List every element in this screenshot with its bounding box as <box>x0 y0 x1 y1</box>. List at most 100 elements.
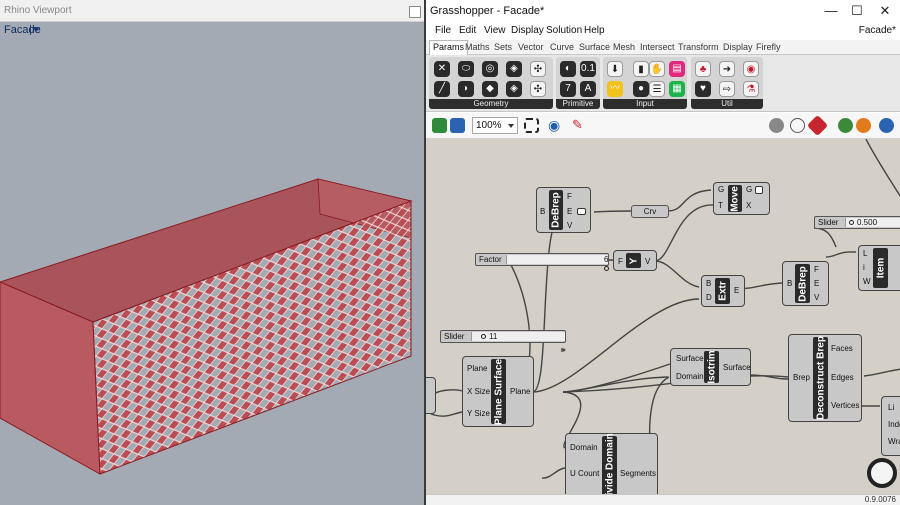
tab-params[interactable]: Params <box>429 40 469 55</box>
preview-none-icon[interactable] <box>790 118 805 133</box>
graft-icon[interactable] <box>577 208 586 215</box>
point-param-icon[interactable]: ✕ <box>434 61 450 77</box>
list-component-icon[interactable]: ☰ <box>649 81 665 97</box>
heart-monitor-icon[interactable]: ♥ <box>695 81 711 97</box>
isotrim-input-domain: Domain <box>676 372 704 381</box>
brep-param-icon[interactable]: ✣ <box>530 61 546 77</box>
graph-component-icon[interactable]: 〰 <box>607 81 623 97</box>
document-name[interactable]: Facade* <box>859 25 896 36</box>
rhino-viewport-window[interactable]: Rhino Viewport Facade <box>0 0 424 505</box>
facade-3d-model[interactable] <box>0 0 424 505</box>
viewport-dropdown-icon[interactable] <box>30 25 40 35</box>
menu-file[interactable]: File <box>435 25 451 36</box>
grasshopper-canvas[interactable]: B DeBrep F E V Crv G T Move G X Slider 0… <box>426 139 900 494</box>
y-title-text: Y <box>628 257 639 264</box>
zoom-level-select[interactable]: 100% <box>472 117 518 134</box>
list-item-component[interactable]: L i W Item <box>858 245 900 291</box>
tab-vector[interactable]: Vector <box>518 42 544 52</box>
slider-component-icon[interactable]: ● <box>633 81 649 97</box>
deconstruct-brep-title-text: Deconstruct Brep <box>815 336 826 420</box>
panel-util-label[interactable]: Util <box>691 99 763 109</box>
factor-slider-track[interactable] <box>506 255 608 264</box>
tab-surface[interactable]: Surface <box>579 42 610 52</box>
text-param-icon[interactable]: A <box>580 81 596 97</box>
extrude-component[interactable]: B D Extr E <box>701 275 745 307</box>
image-sampler-icon[interactable]: ▦ <box>669 81 685 97</box>
flask-icon[interactable]: ⚗ <box>743 81 759 97</box>
arrow-outline-icon[interactable]: ⇨ <box>719 81 735 97</box>
tab-transform[interactable]: Transform <box>678 42 719 52</box>
swatch-component-icon[interactable]: ▤ <box>669 61 685 77</box>
preview-eye-icon[interactable]: ◉ <box>548 118 563 133</box>
canvas-navigation-dial[interactable] <box>867 458 897 488</box>
move-component[interactable]: G T Move G X <box>713 182 770 215</box>
debrep2-title-text: DeBrep <box>797 265 808 302</box>
preview-mesh-icon[interactable] <box>856 118 871 133</box>
preview-wireframe-icon[interactable] <box>769 118 784 133</box>
bomb-icon[interactable]: ◉ <box>743 61 759 77</box>
surface-param-icon[interactable]: ◈ <box>506 61 522 77</box>
debrep-output-f: F <box>567 192 572 201</box>
isotrim-title: Isotrim <box>704 350 719 384</box>
panel-component-icon[interactable]: ⬇ <box>607 61 623 77</box>
tab-sets[interactable]: Sets <box>494 42 512 52</box>
toggle-component-icon[interactable]: ▮ <box>633 61 649 77</box>
factor-slider[interactable]: Factor 6 <box>475 253 609 272</box>
field-param-icon[interactable]: ✣ <box>530 81 546 97</box>
menu-display[interactable]: Display <box>511 25 544 36</box>
menu-help[interactable]: Help <box>584 25 605 36</box>
tab-maths[interactable]: Maths <box>465 42 490 52</box>
sketch-brush-icon[interactable]: ✎ <box>572 118 587 133</box>
debrep-component-2[interactable]: B DeBrep F E V <box>782 261 829 306</box>
button-component-icon[interactable]: ✋ <box>649 61 665 77</box>
menu-solution[interactable]: Solution <box>546 25 582 36</box>
tab-intersect[interactable]: Intersect <box>640 42 675 52</box>
minimize-button[interactable]: — <box>818 2 844 20</box>
zoom-extents-icon[interactable] <box>524 118 539 133</box>
item-input-w: W <box>863 277 871 286</box>
tab-curve[interactable]: Curve <box>550 42 574 52</box>
panel-input-label[interactable]: Input <box>603 99 687 109</box>
preview-selected-icon[interactable] <box>838 118 853 133</box>
flatten-icon[interactable] <box>755 186 763 194</box>
plane-surface-input-ysize: Y Size <box>467 409 490 418</box>
tab-mesh[interactable]: Mesh <box>613 42 635 52</box>
maximize-button[interactable] <box>409 6 421 18</box>
open-file-icon[interactable] <box>432 118 447 133</box>
number-param-icon[interactable]: 0.1 <box>580 61 596 77</box>
line-param-icon[interactable]: ╱ <box>434 81 450 97</box>
deconstruct-brep-component[interactable]: Brep Deconstruct Brep Faces Edges Vertic… <box>788 334 862 422</box>
plane-surface-component[interactable]: Plane X Size Y Size Plane Surface Plane <box>462 356 534 427</box>
number-slider-0500[interactable]: Slider 0.500 <box>814 216 900 229</box>
divide-domain-component[interactable]: Domain U Count Divide Domain Segments <box>565 433 658 494</box>
y-component[interactable]: F Y V <box>613 250 657 271</box>
number-slider-11[interactable]: Slider 11 <box>440 330 566 343</box>
isotrim-component[interactable]: Surface Domain Isotrim Surface <box>670 348 751 386</box>
wire-connections <box>430 139 900 494</box>
box-param-icon[interactable]: ◆ <box>482 81 498 97</box>
close-button[interactable]: ✕ <box>872 2 898 20</box>
tab-display[interactable]: Display <box>723 42 753 52</box>
menu-view[interactable]: View <box>484 25 506 36</box>
crv-parameter[interactable]: Crv <box>631 205 669 218</box>
debrep-component[interactable]: B DeBrep F E V <box>536 187 591 233</box>
save-file-icon[interactable] <box>450 118 465 133</box>
mesh-param-icon[interactable]: ◈ <box>506 81 522 97</box>
arrow-right-icon[interactable]: ➜ <box>719 61 735 77</box>
arc-param-icon[interactable]: ◗ <box>458 81 474 97</box>
preview-shaded-icon[interactable] <box>806 114 829 137</box>
curve-param-icon[interactable]: ◎ <box>482 61 498 77</box>
integer-param-icon[interactable]: 7 <box>560 81 576 97</box>
menu-edit[interactable]: Edit <box>459 25 476 36</box>
list-item-component-2[interactable]: Li Inde Wra <box>881 396 900 456</box>
move-input-t: T <box>718 201 723 210</box>
offscreen-component[interactable] <box>426 377 436 414</box>
circle-param-icon[interactable]: ⬭ <box>458 61 474 77</box>
panel-primitive-label[interactable]: Primitive <box>556 99 600 109</box>
maximize-button[interactable]: ☐ <box>844 2 870 20</box>
tab-firefly[interactable]: Firefly <box>756 42 781 52</box>
panel-geometry-label[interactable]: Geometry <box>429 99 553 109</box>
boolean-param-icon[interactable]: ◐ <box>560 61 576 77</box>
cherry-icon[interactable]: ♣ <box>695 61 711 77</box>
display-settings-icon[interactable] <box>879 118 894 133</box>
